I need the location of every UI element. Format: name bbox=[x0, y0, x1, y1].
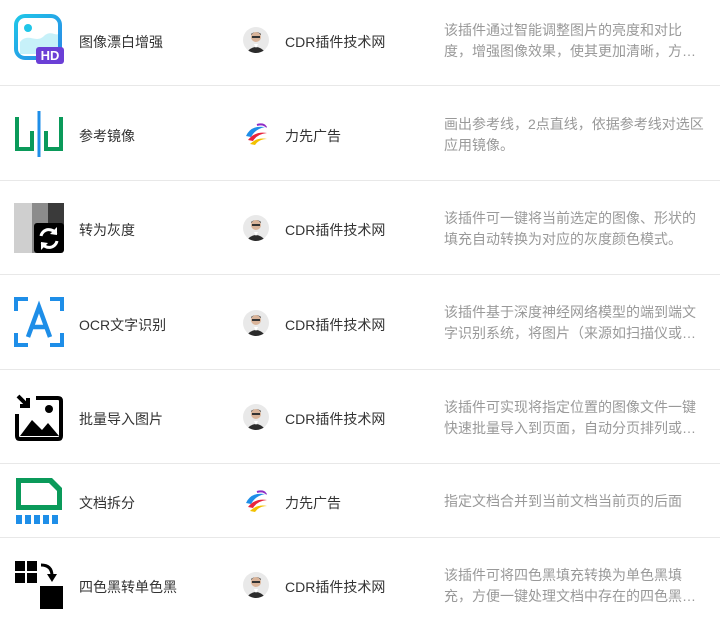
plugin-list: HD 图像漂白增强 CDR插件技术网 该插件通过智能调整图片的亮度和对比度，增强… bbox=[0, 0, 720, 619]
plugin-row[interactable]: OCR文字识别 CDR插件技术网 该插件基于深度神经网络模型的端到端文字识别系统… bbox=[0, 275, 720, 370]
plugin-description: 指定文档合并到当前文档当前页的后面 bbox=[444, 493, 682, 509]
plugin-name[interactable]: 转为灰度 bbox=[79, 220, 135, 240]
plugin-name[interactable]: OCR文字识别 bbox=[79, 315, 166, 335]
plugin-description: 画出参考线，2点直线，依据参考线对选区应用镜像。 bbox=[444, 116, 704, 153]
plugin-row[interactable]: 转为灰度 CDR插件技术网 该插件可一键将当前选定的图像、形状的填充自动转换为对… bbox=[0, 181, 720, 275]
plugin-row[interactable]: 文档拆分 力先广告 指定文档合并到当前文档当前页的后面 bbox=[0, 464, 720, 538]
plugin-name[interactable]: 四色黑转单色黑 bbox=[79, 577, 177, 597]
document-split-icon bbox=[14, 476, 64, 526]
plugin-description: 该插件可实现将指定位置的图像文件一键快速批量导入到页面，自动分页排列或置入到指定… bbox=[444, 399, 696, 436]
plugin-row[interactable]: HD 图像漂白增强 CDR插件技术网 该插件通过智能调整图片的亮度和对比度，增强… bbox=[0, 0, 720, 86]
author-name[interactable]: 力先广告 bbox=[285, 493, 341, 513]
plugin-description: 该插件可将四色黑填充转换为单色黑填充，方便一键处理文档中存在的四色黑问题。 bbox=[444, 567, 696, 604]
plugin-name[interactable]: 批量导入图片 bbox=[79, 409, 163, 429]
author-name[interactable]: CDR插件技术网 bbox=[285, 220, 385, 240]
colorful-swirl-logo bbox=[243, 488, 269, 514]
plugin-description: 该插件基于深度神经网络模型的端到端文字识别系统，将图片（来源如扫描仪或数码相机）… bbox=[444, 304, 696, 341]
svg-text:HD: HD bbox=[41, 48, 60, 63]
colorful-swirl-logo bbox=[243, 121, 269, 147]
plugin-row[interactable]: 四色黑转单色黑 CDR插件技术网 该插件可将四色黑填充转换为单色黑填充，方便一键… bbox=[0, 538, 720, 619]
man-portrait-avatar bbox=[243, 27, 269, 53]
author-name[interactable]: CDR插件技术网 bbox=[285, 409, 385, 429]
reference-mirror-icon bbox=[14, 109, 64, 159]
man-portrait-avatar bbox=[243, 572, 269, 598]
man-portrait-avatar bbox=[243, 310, 269, 336]
author-name[interactable]: CDR插件技术网 bbox=[285, 32, 385, 52]
man-portrait-avatar bbox=[243, 215, 269, 241]
man-portrait-avatar bbox=[243, 404, 269, 430]
grayscale-convert-icon bbox=[14, 203, 64, 253]
author-name[interactable]: 力先广告 bbox=[285, 126, 341, 146]
plugin-name[interactable]: 参考镜像 bbox=[79, 126, 135, 146]
batch-import-image-icon bbox=[14, 392, 64, 442]
plugin-description: 该插件通过智能调整图片的亮度和对比度，增强图像效果，使其更加清晰，方便处理更多的… bbox=[444, 22, 696, 59]
ocr-scan-icon bbox=[14, 297, 64, 347]
plugin-name[interactable]: 文档拆分 bbox=[79, 493, 135, 513]
author-name[interactable]: CDR插件技术网 bbox=[285, 577, 385, 597]
author-name[interactable]: CDR插件技术网 bbox=[285, 315, 385, 335]
plugin-name[interactable]: 图像漂白增强 bbox=[79, 32, 163, 52]
four-color-black-icon bbox=[14, 560, 64, 610]
plugin-description: 该插件可一键将当前选定的图像、形状的填充自动转换为对应的灰度颜色模式。 bbox=[444, 210, 696, 247]
hd-image-enhance-icon: HD bbox=[14, 14, 64, 64]
plugin-row[interactable]: 参考镜像 力先广告 画出参考线，2点直线，依据参考线对选区应用镜像。 bbox=[0, 86, 720, 181]
plugin-row[interactable]: 批量导入图片 CDR插件技术网 该插件可实现将指定位置的图像文件一键快速批量导入… bbox=[0, 370, 720, 464]
